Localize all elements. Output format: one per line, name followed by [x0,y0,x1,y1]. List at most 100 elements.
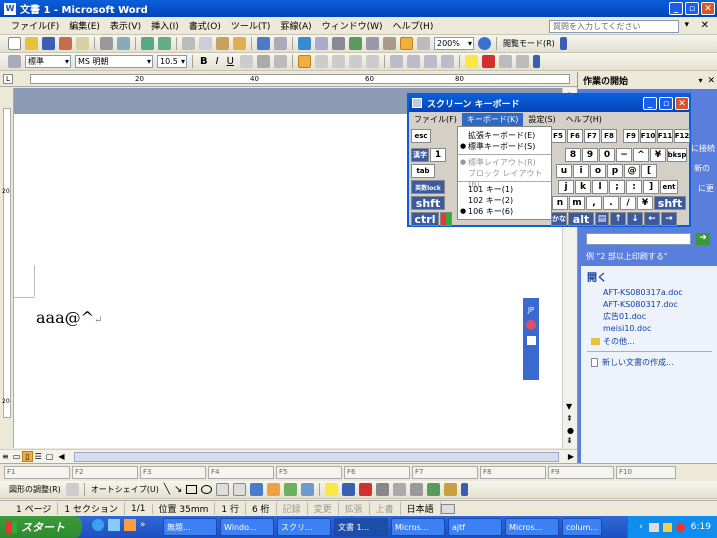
fkey-button[interactable]: F5 [276,465,342,479]
fkey-button[interactable]: F6 [344,465,410,479]
align-left-icon[interactable] [297,55,311,68]
toolbar-options-icon[interactable] [559,37,567,50]
print-icon[interactable] [100,37,113,50]
help-search-input[interactable]: 質問を入力してください [549,20,679,33]
taskbar-item[interactable]: colum... [562,518,602,536]
menu-file[interactable]: ファイル(F) [6,19,64,32]
char-shade-icon[interactable] [256,55,270,68]
menu-item-101-keys[interactable]: 101 キー(1) [458,184,551,195]
undo-icon[interactable] [257,37,270,50]
recent-file-link[interactable]: 広告01.doc [581,311,717,323]
task-pane-close-icon[interactable]: ✕ [707,76,715,86]
osk-menu-help[interactable]: ヘルプ(H) [561,113,607,126]
menu-table[interactable]: 罫線(A) [275,19,316,32]
insert-table-icon[interactable] [332,37,345,50]
phonetic-guide-icon[interactable] [498,55,512,68]
clock[interactable]: 6:19 [691,522,711,532]
styles-icon[interactable] [8,55,21,68]
key-minus[interactable]: − [616,148,632,162]
spelling-icon[interactable] [141,37,154,50]
textbox-icon[interactable] [216,483,230,496]
security-icon[interactable] [675,522,685,532]
key-backslash[interactable]: ¥ [637,196,653,210]
preview-icon[interactable] [117,37,130,50]
new-icon[interactable] [8,37,21,50]
font-color-icon[interactable] [481,55,495,68]
key-f5[interactable]: F5 [550,129,566,143]
oval-icon[interactable] [201,485,213,494]
char-scale-icon[interactable] [273,55,287,68]
align-center-icon[interactable] [314,55,328,68]
taskbar-item[interactable]: Micros... [391,518,445,536]
ime-icon[interactable] [526,320,536,330]
align-right-icon[interactable] [331,55,345,68]
help-icon[interactable] [478,37,491,50]
style-select[interactable]: 標準 [25,55,71,68]
key-arrow-left[interactable]: ← [644,212,660,226]
key-semicolon[interactable]: ; [609,180,625,194]
columns-icon[interactable] [366,37,379,50]
decrease-indent-icon[interactable] [423,55,437,68]
font-size-select[interactable]: 10.5 [157,55,187,68]
key-u[interactable]: u [556,164,572,178]
more-icon[interactable]: » [140,520,146,530]
search-go-icon[interactable]: ➜ [696,233,710,245]
osk-menu-file[interactable]: ファイル(F) [409,113,462,126]
tray-expand-icon[interactable]: ‹ [639,522,643,532]
key-shift-right[interactable]: shft [654,196,686,210]
fkey-button[interactable]: F2 [72,465,138,479]
format-painter-icon[interactable] [233,37,246,50]
numbering-icon[interactable] [389,55,403,68]
menu-window[interactable]: ウィンドウ(W) [317,19,388,32]
reading-mode-button[interactable]: 閲覧モード(R) [500,38,558,49]
key-j[interactable]: j [558,180,574,194]
key-f11[interactable]: F11 [657,129,673,143]
browse-object-icon[interactable]: ● [567,426,574,435]
minimize-button[interactable]: _ [669,2,683,15]
desktop-icon[interactable] [108,519,120,531]
cut-icon[interactable] [182,37,195,50]
save-icon[interactable] [42,37,55,50]
key-caret[interactable]: ^ [633,148,649,162]
taskbar-item[interactable]: 無題... [163,518,217,536]
underline-button[interactable]: U [223,56,238,67]
increase-indent-icon[interactable] [440,55,454,68]
shadow-icon[interactable] [427,483,441,496]
help-dropdown-icon[interactable]: ▾ [684,20,689,30]
paste-icon[interactable] [216,37,229,50]
fkey-button[interactable]: F9 [548,465,614,479]
fkey-button[interactable]: F4 [208,465,274,479]
scroll-thumb[interactable] [73,451,559,462]
highlight-icon[interactable] [464,55,478,68]
normal-view-icon[interactable]: ≡ [0,452,11,461]
osk-menu-settings[interactable]: 設定(S) [523,113,560,126]
network-icon[interactable] [648,522,659,532]
menu-item-102-keys[interactable]: 102 キー(2) [458,195,551,206]
enclose-char-icon[interactable] [515,55,529,68]
wordart-icon[interactable] [250,483,264,496]
osk-maximize-button[interactable]: ▫ [659,97,673,110]
arrow-style-icon[interactable] [410,483,424,496]
key-0[interactable]: 0 [599,148,615,162]
document-map-icon[interactable] [400,37,413,50]
show-hide-icon[interactable] [417,37,430,50]
taskbar-item[interactable]: Micros... [505,518,559,536]
dash-style-icon[interactable] [393,483,407,496]
fkey-button[interactable]: F8 [480,465,546,479]
status-overtype[interactable]: 上書 [370,502,401,515]
menu-item-standard-keyboard[interactable]: 標準キーボード(S) [458,141,551,152]
key-at[interactable]: @ [624,164,640,178]
key-f6[interactable]: F6 [567,129,583,143]
key-capslock[interactable]: 英数lock [411,180,445,194]
line-color-icon[interactable] [342,483,356,496]
key-ctrl[interactable]: ctrl [411,212,439,226]
key-m[interactable]: m [569,196,585,210]
key-alt[interactable]: alt [568,212,594,226]
fill-color-icon[interactable] [325,483,339,496]
key-esc[interactable]: esc [411,129,431,143]
key-windows-icon[interactable] [440,212,452,226]
ie-icon[interactable] [92,519,104,531]
new-document-link[interactable]: 新しい文書の作成... [602,357,674,368]
start-button[interactable]: スタート [0,516,82,538]
italic-button[interactable]: I [212,56,223,67]
